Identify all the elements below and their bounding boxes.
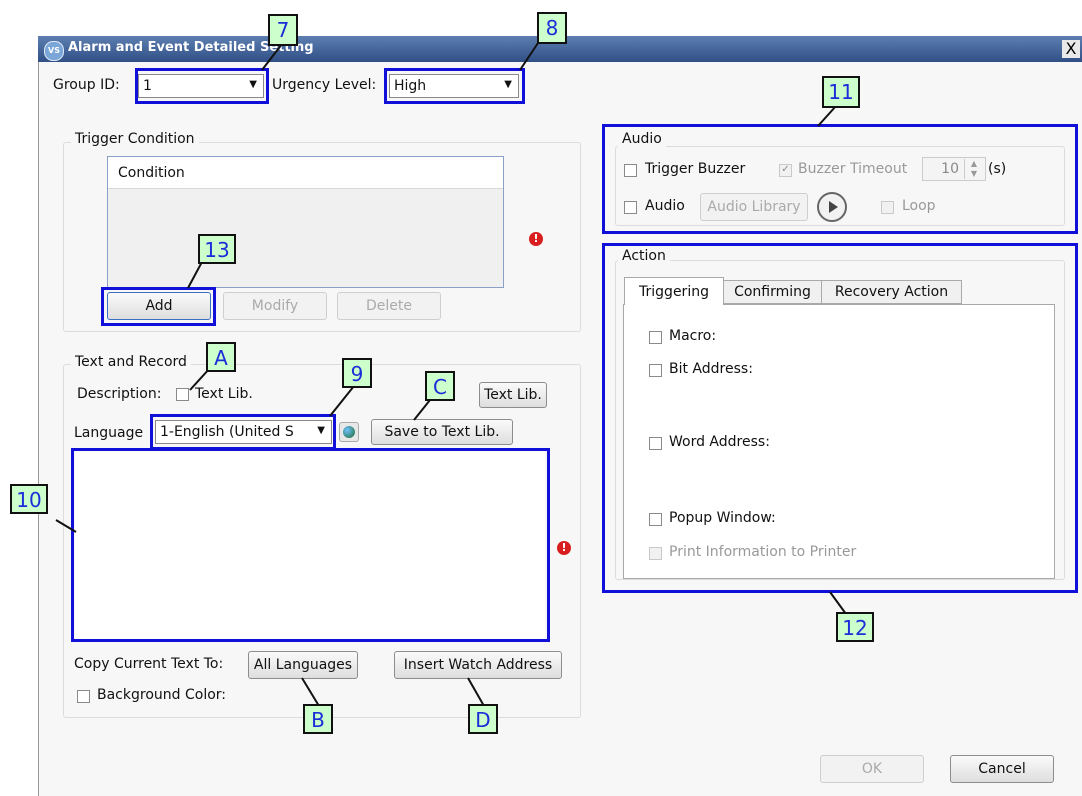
callout-c: C bbox=[425, 371, 455, 401]
callout-d: D bbox=[468, 704, 498, 734]
callout-8: 8 bbox=[537, 12, 567, 44]
callout-a: A bbox=[206, 342, 236, 372]
callout-lines bbox=[55, 39, 847, 707]
callout-13: 13 bbox=[198, 234, 236, 264]
callout-10: 10 bbox=[10, 484, 48, 514]
callout-11: 11 bbox=[822, 76, 860, 108]
callout-7: 7 bbox=[268, 14, 298, 46]
callout-b: B bbox=[303, 704, 333, 734]
callout-12: 12 bbox=[836, 612, 874, 642]
callout-9: 9 bbox=[342, 358, 372, 388]
